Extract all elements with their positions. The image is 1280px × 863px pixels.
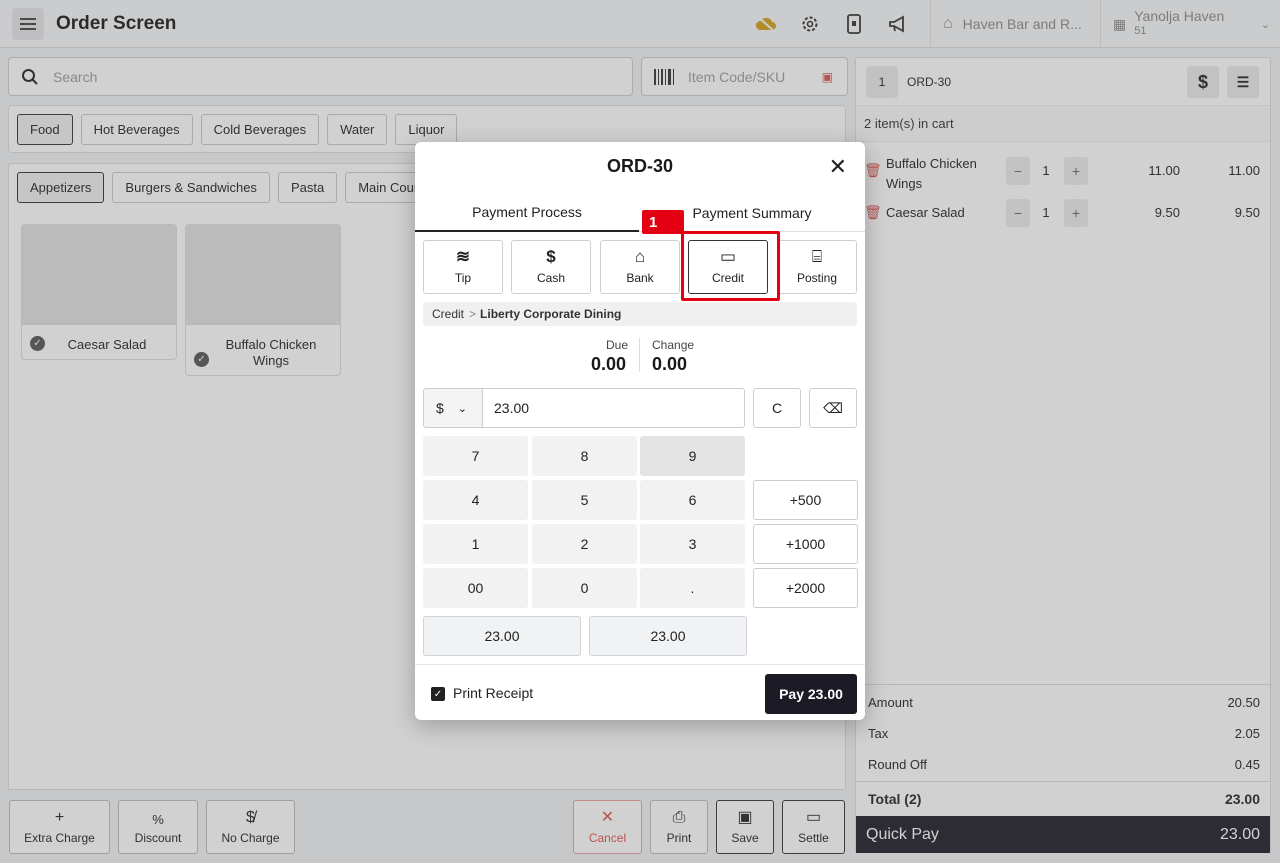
key-8[interactable]: 8 xyxy=(532,436,637,476)
key-9[interactable]: 9 xyxy=(640,436,745,476)
due-value: 0.00 xyxy=(591,354,627,374)
clear-button[interactable]: C xyxy=(753,388,801,428)
bank-button[interactable]: ⌂ Bank xyxy=(600,240,680,294)
modal-title: ORD-30 xyxy=(606,156,673,176)
add-2000-button[interactable]: +2000 xyxy=(753,568,858,608)
breadcrumb-leaf: Liberty Corporate Dining xyxy=(480,307,622,321)
key-2[interactable]: 2 xyxy=(532,524,637,564)
chevron-down-icon: ⌄ xyxy=(457,402,468,415)
coins-icon: ≋ xyxy=(455,247,471,266)
dollar-icon: $ xyxy=(546,247,556,266)
key-1[interactable]: 1 xyxy=(423,524,528,564)
payment-modal: ORD-30 ✕ Payment Process Payment Summary… xyxy=(415,142,865,720)
due-label: Due xyxy=(606,338,629,352)
cash-button[interactable]: $ Cash xyxy=(511,240,591,294)
currency-value: $ xyxy=(436,400,444,416)
bed-icon: ⌸ xyxy=(811,247,823,266)
modal-footer: ✓ Print Receipt Pay 23.00 xyxy=(415,664,865,720)
amount-input[interactable]: 23.00 xyxy=(482,388,745,428)
key-7[interactable]: 7 xyxy=(423,436,528,476)
key-6[interactable]: 6 xyxy=(640,480,745,520)
key-dot[interactable]: . xyxy=(640,568,745,608)
close-icon[interactable]: ✕ xyxy=(829,154,847,180)
key-5[interactable]: 5 xyxy=(532,480,637,520)
add-1000-button[interactable]: +1000 xyxy=(753,524,858,564)
print-receipt-label: Print Receipt xyxy=(453,685,534,701)
tab-payment-process[interactable]: Payment Process xyxy=(415,194,639,232)
home-icon: ⌂ xyxy=(634,247,646,266)
currency-select[interactable]: $ ⌄ xyxy=(423,388,483,428)
bank-label: Bank xyxy=(626,271,654,285)
posting-label: Posting xyxy=(796,271,838,285)
change-label: Change xyxy=(652,338,695,352)
key-00[interactable]: 00 xyxy=(423,568,528,608)
quick-amount-button[interactable]: 23.00 xyxy=(423,616,581,656)
highlight-box xyxy=(681,231,780,301)
key-4[interactable]: 4 xyxy=(423,480,528,520)
key-3[interactable]: 3 xyxy=(640,524,745,564)
pay-button[interactable]: Pay 23.00 xyxy=(765,674,857,714)
add-500-button[interactable]: +500 xyxy=(753,480,858,520)
breadcrumb-root: Credit xyxy=(432,307,465,321)
quick-amount-button[interactable]: 23.00 xyxy=(589,616,747,656)
breadcrumb: Credit > Liberty Corporate Dining xyxy=(423,302,857,326)
breadcrumb-separator: > xyxy=(469,307,477,321)
backspace-icon[interactable]: ⌫ xyxy=(809,388,857,428)
tip-label: Tip xyxy=(454,271,472,285)
highlight-badge: 1 xyxy=(642,210,684,234)
tip-button[interactable]: ≋ Tip xyxy=(423,240,503,294)
key-0[interactable]: 0 xyxy=(532,568,637,608)
modal-tabs: Payment Process Payment Summary xyxy=(415,194,865,232)
print-receipt-checkbox[interactable]: ✓ xyxy=(431,687,445,701)
posting-button[interactable]: ⌸ Posting xyxy=(777,240,857,294)
change-value: 0.00 xyxy=(652,354,688,374)
cash-label: Cash xyxy=(536,271,565,285)
